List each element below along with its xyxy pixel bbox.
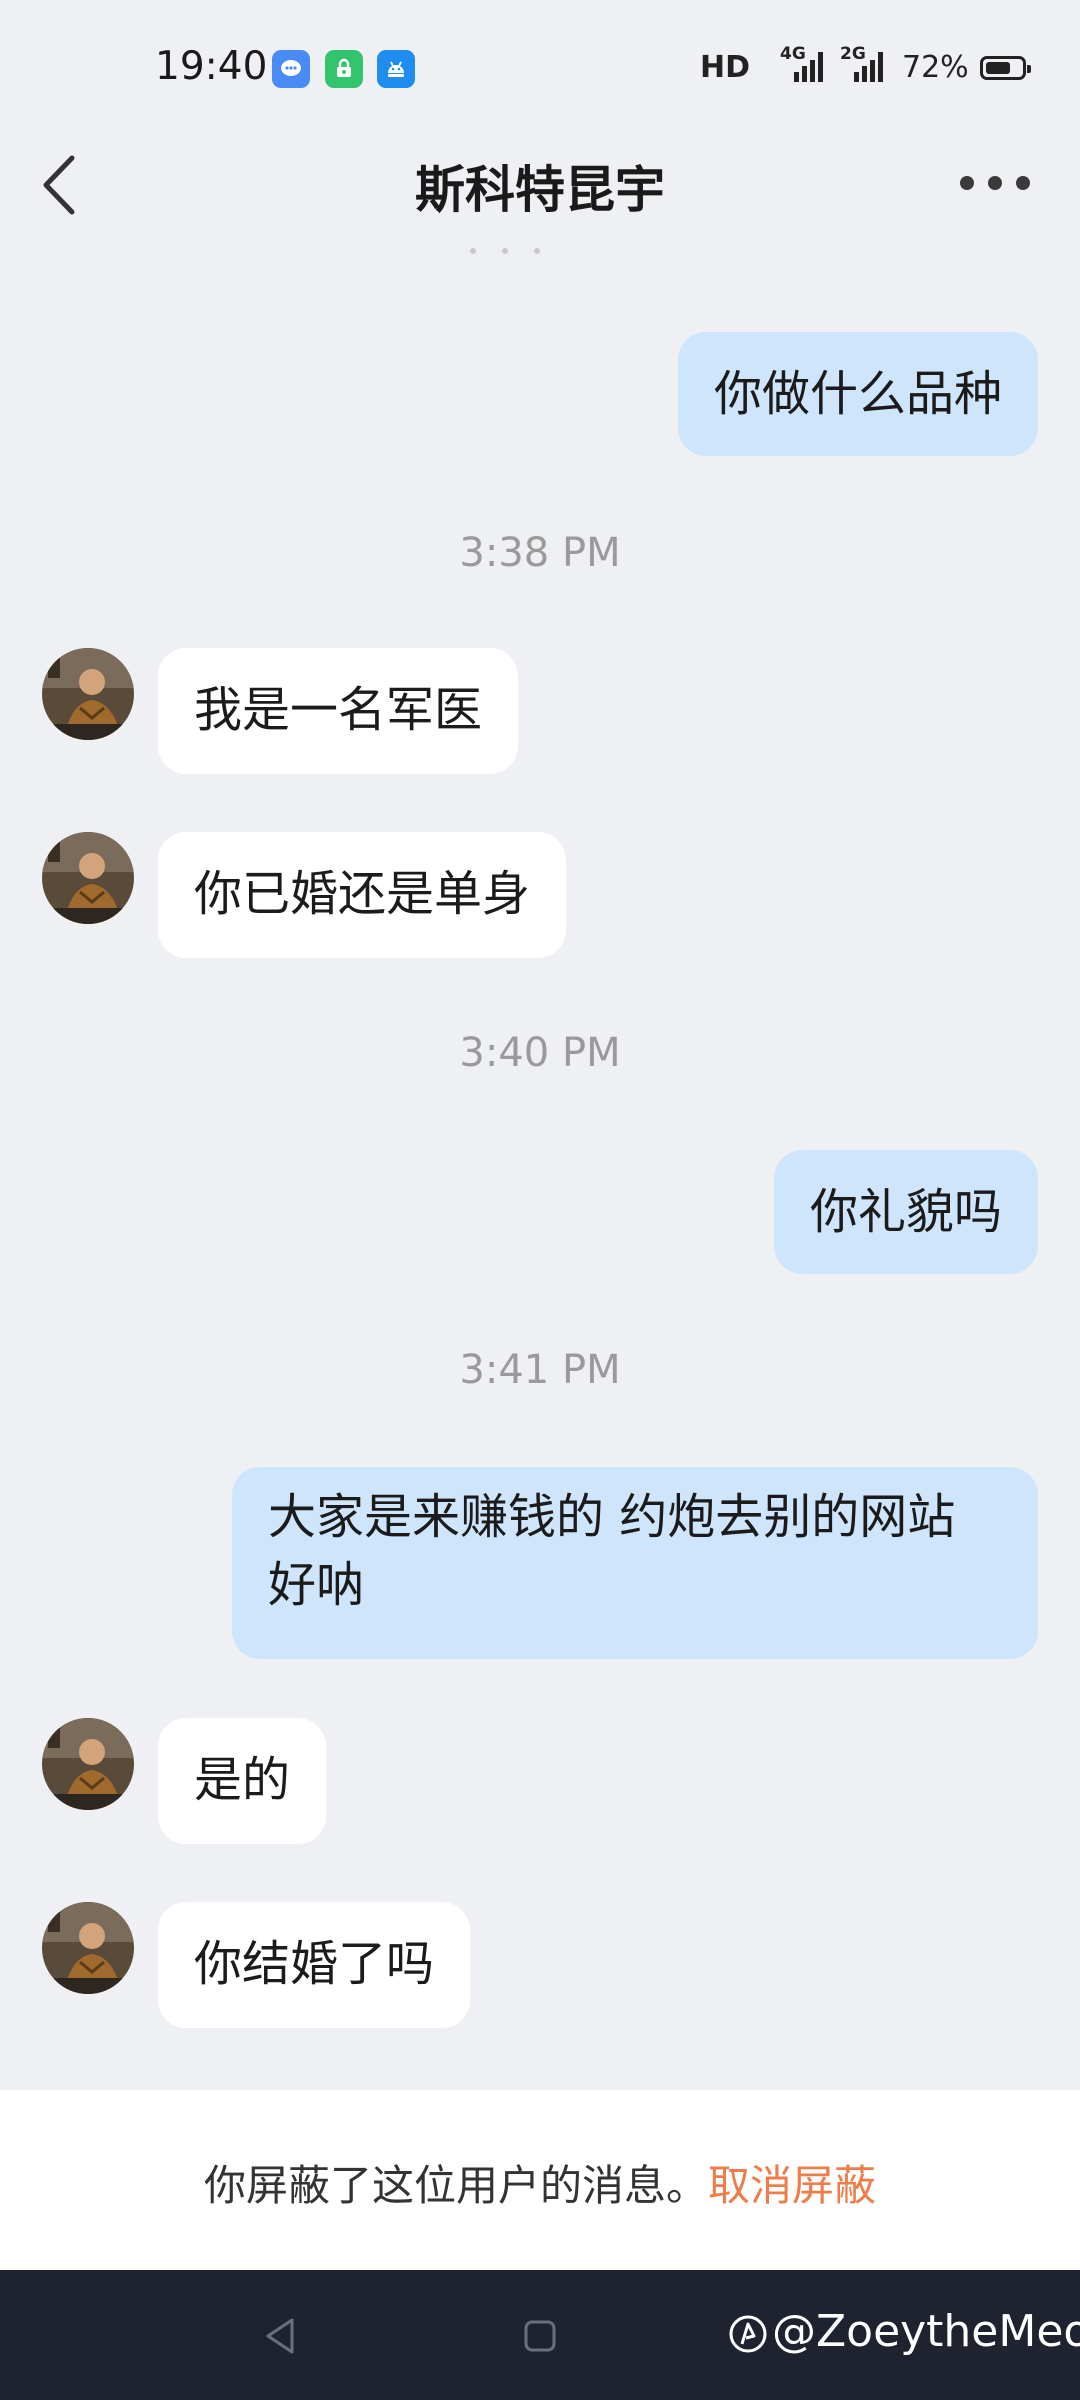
signal-icon-1 xyxy=(794,52,823,82)
avatar[interactable] xyxy=(42,1718,134,1810)
android-icon xyxy=(377,50,415,88)
outgoing-message[interactable]: 大家是来赚钱的 约炮去别的网站好呐 xyxy=(232,1467,1038,1659)
message-text: 你结婚了吗 xyxy=(194,1936,435,1992)
page-title: 斯科特昆宇 xyxy=(415,161,665,219)
avatar[interactable] xyxy=(42,648,134,740)
timestamp: 3:41 PM xyxy=(459,1347,621,1393)
battery-icon xyxy=(980,56,1031,80)
incoming-message[interactable]: 是的 xyxy=(158,1718,327,1844)
green-lock-app-icon xyxy=(325,50,363,88)
signal-icon-2 xyxy=(854,52,883,82)
more-options-icon[interactable] xyxy=(960,174,1030,194)
battery-percent: 72% xyxy=(902,50,969,85)
incoming-message[interactable]: 我是一名军医 xyxy=(158,648,519,774)
message-text: 你礼貌吗 xyxy=(809,1184,1002,1240)
blocked-notice: 你屏蔽了这位用户的消息。取消屏蔽 xyxy=(0,2152,1080,2213)
system-nav-bar: @ZoeytheMeow xyxy=(0,2270,1080,2400)
chat-bubble-icon xyxy=(272,50,310,88)
timestamp: 3:40 PM xyxy=(459,1030,621,1076)
incoming-message[interactable]: 你结婚了吗 xyxy=(158,1902,471,2028)
message-text: 你已婚还是单身 xyxy=(194,866,531,922)
status-indicators: HD 4G 2G 72% xyxy=(680,44,1080,90)
loading-dots-icon xyxy=(470,248,540,254)
hd-label: HD xyxy=(700,50,751,85)
timestamp: 3:38 PM xyxy=(459,530,621,576)
unblock-button[interactable]: 取消屏蔽 xyxy=(708,2161,876,2210)
avatar[interactable] xyxy=(42,1902,134,1994)
nav-back-icon[interactable] xyxy=(258,2314,302,2358)
status-bar: 19:40 HD 4G 2G 72% xyxy=(0,0,1080,130)
weibo-logo-icon xyxy=(729,2315,767,2353)
message-text: 我是一名军医 xyxy=(194,682,483,738)
status-time: 19:40 xyxy=(155,44,268,89)
outgoing-message[interactable]: 你做什么品种 xyxy=(677,332,1038,456)
blocked-notice-bar: 你屏蔽了这位用户的消息。取消屏蔽 xyxy=(0,2090,1080,2270)
outgoing-message[interactable]: 你礼貌吗 xyxy=(773,1150,1038,1274)
incoming-message[interactable]: 你已婚还是单身 xyxy=(158,832,567,958)
message-text: 你做什么品种 xyxy=(713,366,1002,422)
message-text: 是的 xyxy=(194,1752,291,1808)
avatar[interactable] xyxy=(42,832,134,924)
nav-home-icon[interactable] xyxy=(518,2314,562,2358)
message-text: 大家是来赚钱的 约炮去别的网站好呐 xyxy=(268,1489,956,1613)
watermark-text: @ZoeytheMeow xyxy=(772,2306,1080,2357)
chat-header: 斯科特昆宇 xyxy=(0,130,1080,240)
blocked-notice-text: 你屏蔽了这位用户的消息。 xyxy=(203,2161,708,2210)
watermark: @ZoeytheMeow xyxy=(728,2306,1080,2357)
